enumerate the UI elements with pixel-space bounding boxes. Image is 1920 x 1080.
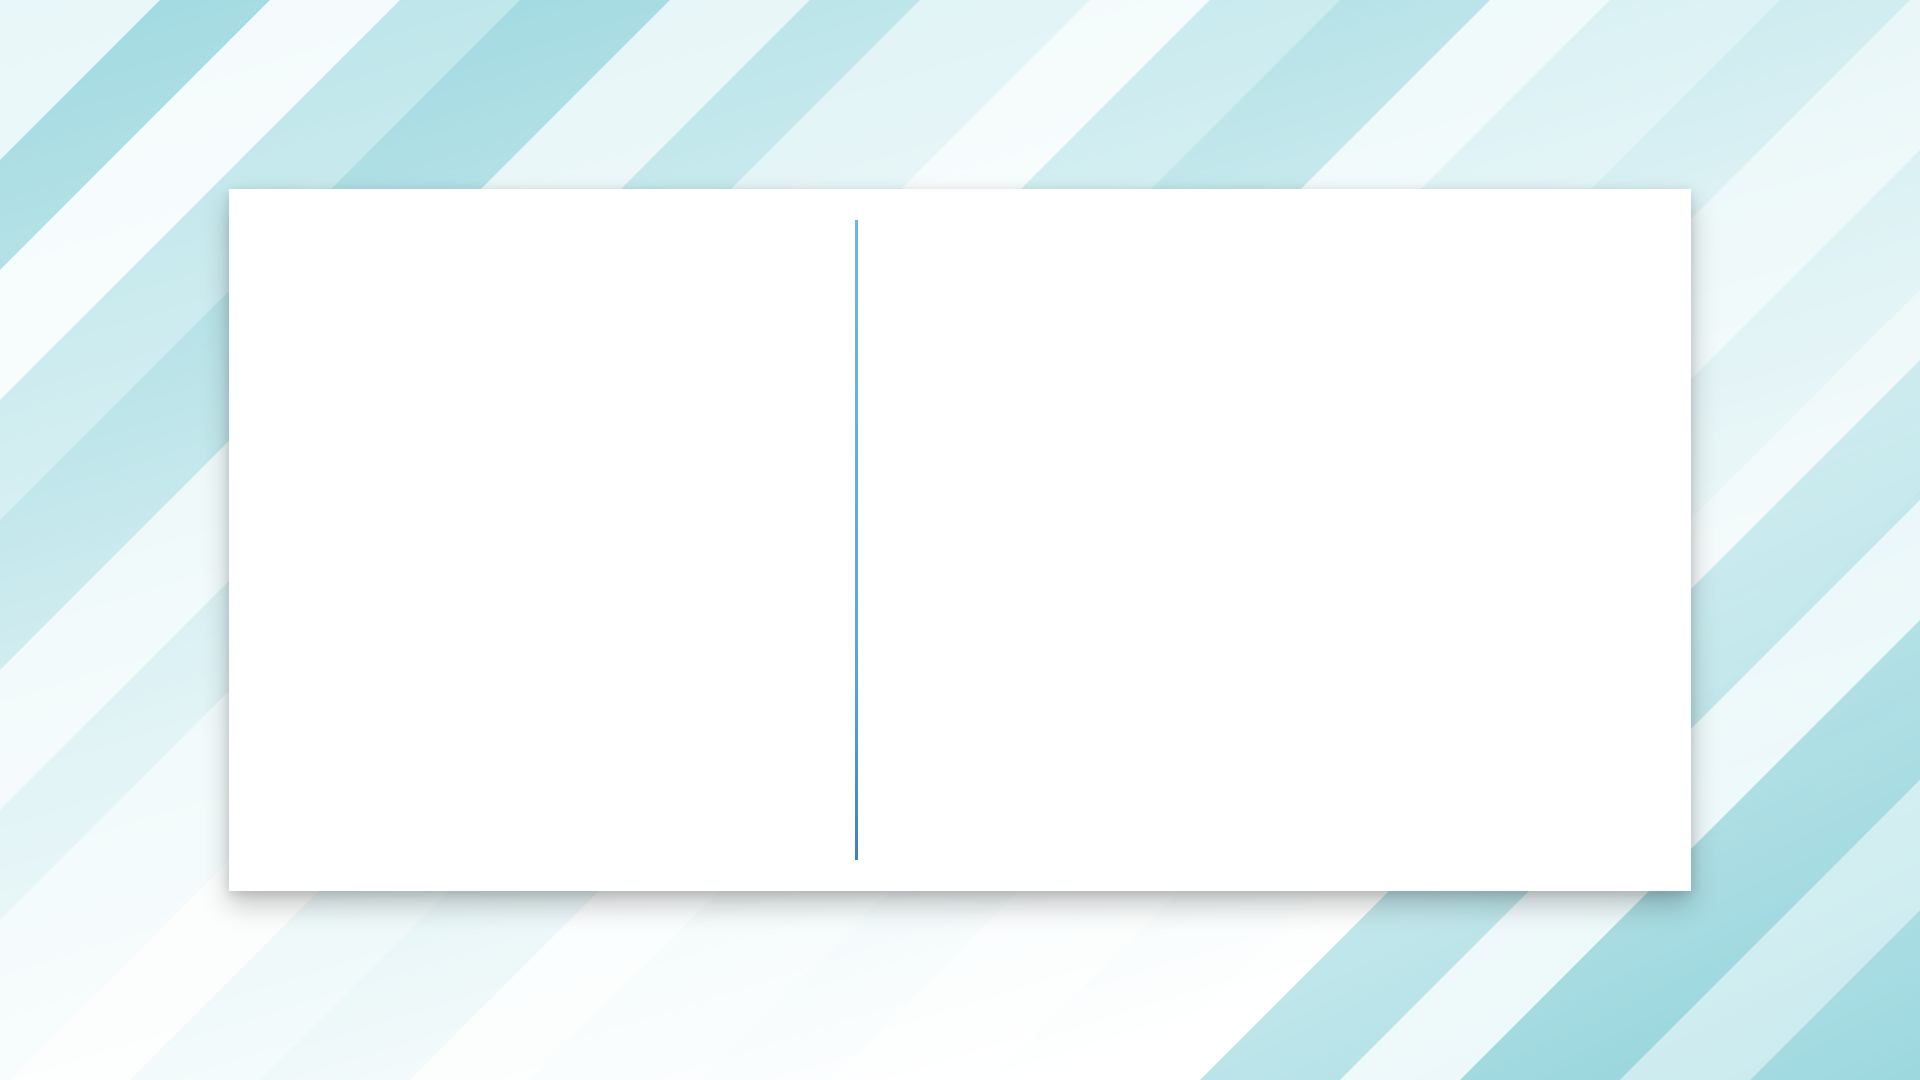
app-window	[0, 0, 1920, 1080]
vertical-divider	[855, 220, 858, 860]
left-pane	[229, 189, 854, 891]
content-card	[229, 189, 1691, 891]
right-pane	[859, 189, 1691, 891]
